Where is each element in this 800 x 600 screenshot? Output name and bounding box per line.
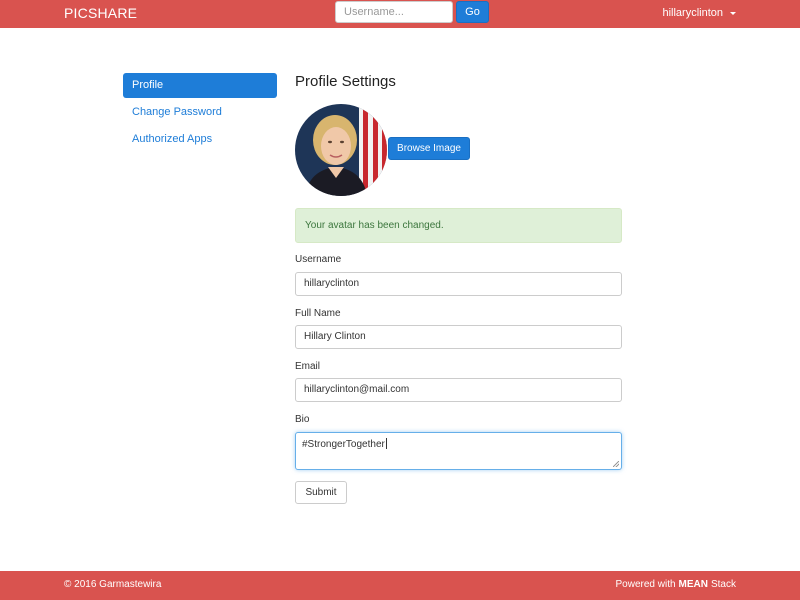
settings-sidebar: Profile Change Password Authorized Apps: [123, 73, 277, 154]
sidebar-item-authorized-apps[interactable]: Authorized Apps: [123, 127, 277, 152]
text-cursor: [385, 438, 387, 449]
resize-handle-icon[interactable]: [613, 461, 619, 467]
username-search-input[interactable]: [335, 1, 453, 23]
user-menu-label: hillaryclinton: [662, 7, 723, 19]
submit-button[interactable]: Submit: [295, 481, 347, 504]
page-title: Profile Settings: [295, 73, 396, 90]
caret-down-icon: [730, 11, 736, 15]
browse-image-button[interactable]: Browse Image: [388, 137, 470, 160]
powered-stack-name: MEAN: [678, 579, 708, 590]
sidebar-item-profile[interactable]: Profile: [123, 73, 277, 98]
powered-suffix: Stack: [710, 579, 736, 590]
username-field[interactable]: hillaryclinton: [295, 272, 622, 296]
footer: © 2016 Garmastewira Powered with MEAN St…: [0, 571, 800, 600]
full-name-field[interactable]: Hillary Clinton: [295, 325, 622, 349]
user-menu-dropdown[interactable]: hillaryclinton: [662, 7, 736, 19]
bio-text: #StrongerTogether: [302, 439, 385, 450]
go-button[interactable]: Go: [456, 1, 489, 23]
sidebar-item-change-password[interactable]: Change Password: [123, 100, 277, 125]
bio-label: Bio: [295, 414, 310, 425]
top-navbar: PICSHARE Go hillaryclinton: [0, 0, 800, 28]
username-label: Username: [295, 254, 342, 265]
email-label: Email: [295, 361, 321, 372]
bio-textarea[interactable]: #StrongerTogether: [295, 432, 622, 470]
full-name-label: Full Name: [295, 308, 341, 319]
avatar: [295, 104, 387, 196]
copyright-text: © 2016 Garmastewira: [64, 579, 162, 590]
success-alert: Your avatar has been changed.: [295, 208, 622, 243]
powered-by-text: Powered with MEAN Stack: [616, 579, 737, 590]
avatar-image: [295, 104, 387, 196]
powered-prefix: Powered with: [615, 579, 676, 590]
brand-logo[interactable]: PICSHARE: [64, 5, 137, 21]
email-field[interactable]: hillaryclinton@mail.com: [295, 378, 622, 402]
